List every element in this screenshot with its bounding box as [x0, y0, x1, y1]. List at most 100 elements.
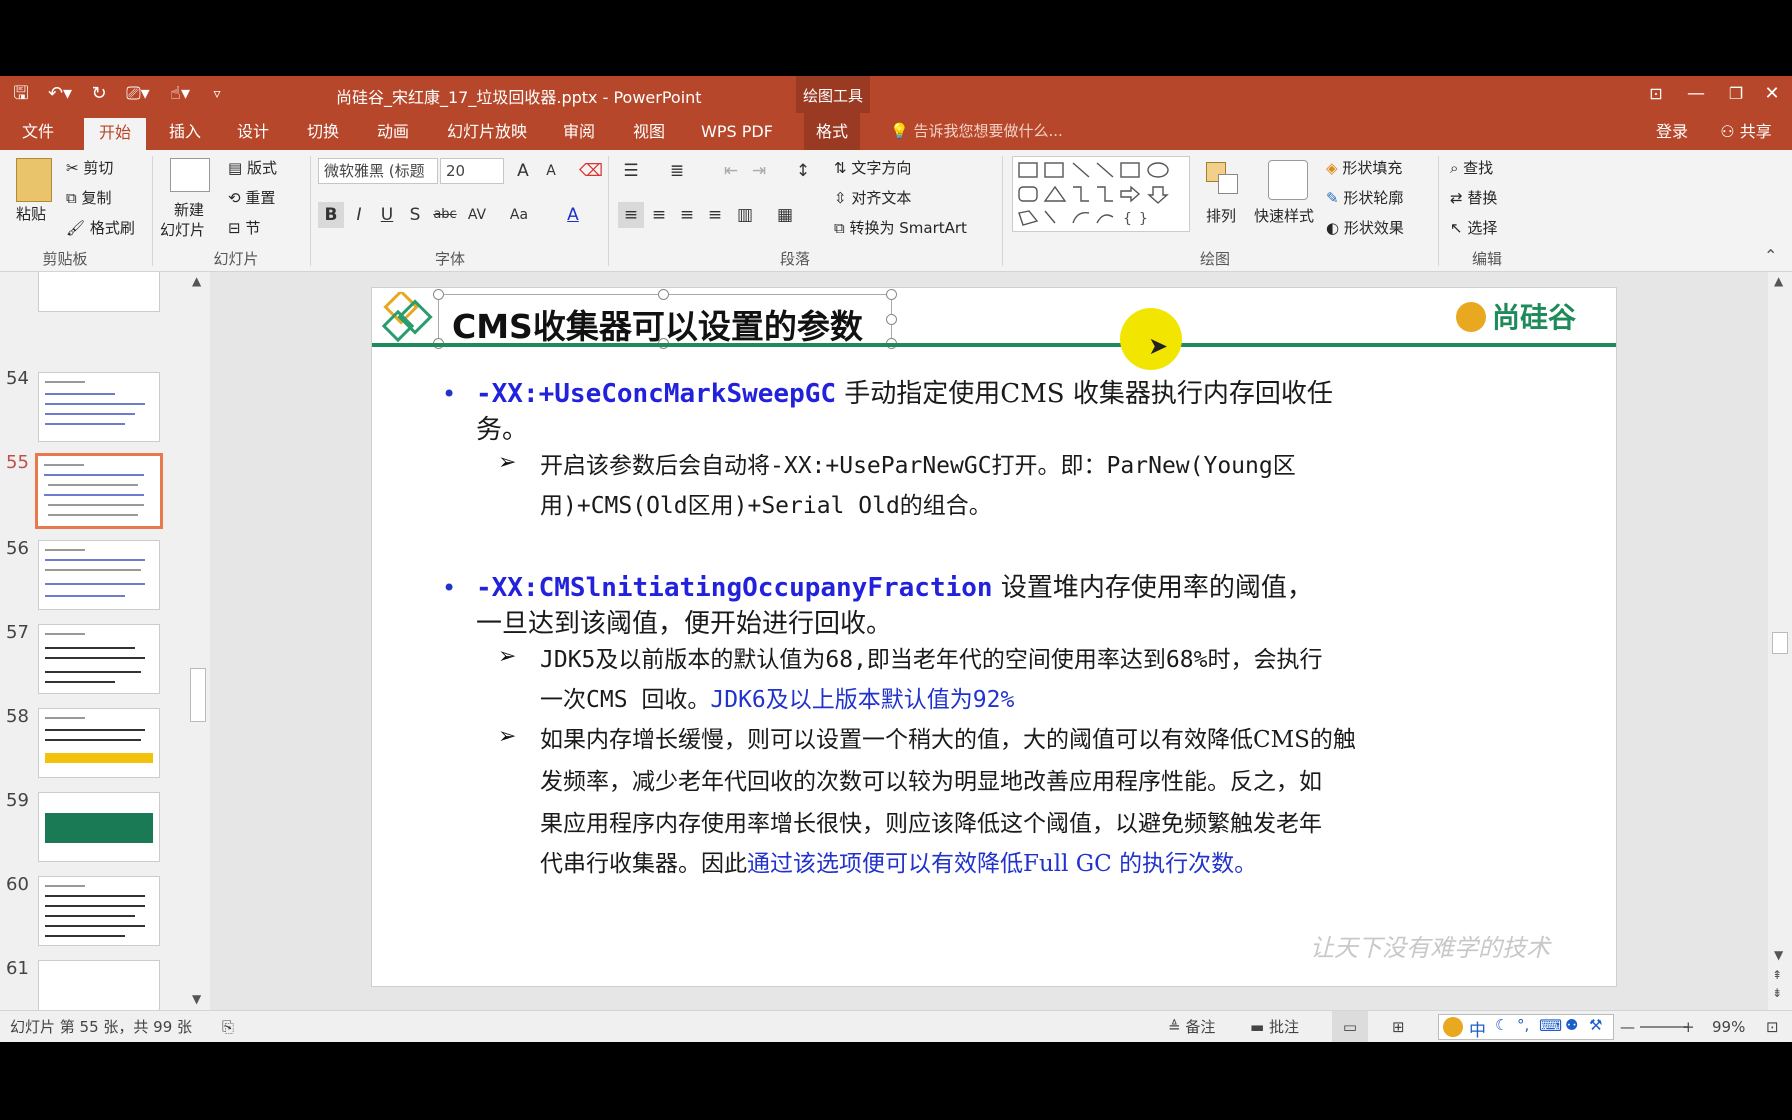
thumbnail-57[interactable] [38, 624, 160, 694]
close-button[interactable]: ✕ [1752, 80, 1792, 108]
thumbnail-58[interactable] [38, 708, 160, 778]
thumbnail-55[interactable] [35, 453, 163, 529]
quick-styles-button[interactable]: 快速样式 [1254, 206, 1314, 226]
tab-view[interactable]: 视图 [624, 113, 674, 150]
thumbnail-scroll-thumb[interactable] [190, 668, 206, 722]
arrange-icon[interactable] [1206, 162, 1238, 196]
user-icon[interactable]: ⚉ [1565, 1016, 1578, 1034]
resize-handle[interactable] [658, 289, 669, 300]
ime-chinese-mode[interactable]: 中 [1469, 1016, 1486, 1041]
shape-effects-button[interactable]: ◐ 形状效果 [1326, 218, 1404, 238]
bold-button[interactable]: B [318, 202, 344, 228]
layout-button[interactable]: ▤ 版式 [228, 158, 277, 178]
comments-button[interactable]: ▬ 批注 [1250, 1011, 1299, 1042]
ime-logo-icon[interactable] [1443, 1017, 1463, 1037]
zoom-slider[interactable] [1640, 1026, 1688, 1028]
paste-icon[interactable] [16, 158, 52, 202]
shadow-button[interactable]: S [402, 202, 428, 228]
tab-transitions[interactable]: 切换 [298, 113, 348, 150]
tab-design[interactable]: 设计 [228, 113, 278, 150]
cut-button[interactable]: ✂ 剪切 [66, 158, 113, 178]
char-spacing-button[interactable]: AV [464, 202, 490, 228]
align-right-icon[interactable]: ≡ [674, 202, 700, 228]
select-button[interactable]: ↖ 选择 [1450, 218, 1497, 238]
presentation-icon[interactable]: ⎚▾ [118, 80, 158, 108]
smartart-button[interactable]: ⧉ 转换为 SmartArt [834, 218, 967, 238]
thumbnail-60[interactable] [38, 876, 160, 946]
wrench-icon[interactable]: ⚒ [1589, 1016, 1602, 1034]
thumbnail-scrollbar[interactable]: ▲ ▼ [188, 272, 208, 1010]
align-left-icon[interactable]: ≡ [618, 202, 644, 228]
tab-format[interactable]: 格式 [804, 113, 860, 150]
numbering-icon[interactable]: ≣ [664, 158, 690, 184]
decrease-indent-icon[interactable]: ⇤ [718, 158, 744, 184]
thumbnail-54[interactable] [38, 372, 160, 442]
moon-icon[interactable]: ☾ [1495, 1016, 1508, 1034]
arrange-button[interactable]: 排列 [1206, 206, 1236, 226]
editor-scroll-thumb[interactable] [1772, 632, 1788, 654]
thumbnail-61[interactable] [38, 960, 160, 1010]
reset-button[interactable]: ⟲ 重置 [228, 188, 275, 208]
shrink-font-icon[interactable]: A [538, 158, 564, 184]
align-text-button[interactable]: ⇳ 对齐文本 [834, 188, 911, 208]
save-icon[interactable]: 🖫 [6, 80, 36, 108]
section-button[interactable]: ⊟ 节 [228, 218, 260, 238]
text-direction-button[interactable]: ⇅ 文字方向 [834, 158, 911, 178]
resize-handle[interactable] [886, 289, 897, 300]
keyboard-icon[interactable]: ⌨ [1539, 1016, 1562, 1035]
minimize-button[interactable]: — [1676, 80, 1716, 108]
tab-insert[interactable]: 插入 [160, 113, 210, 150]
slide-canvas[interactable]: CMS收集器可以设置的参数 尚硅谷 ➤ • -XX:+UseConcMarkSw… [371, 287, 1617, 987]
new-slide-icon[interactable] [170, 158, 210, 192]
shape-fill-button[interactable]: ◈ 形状填充 [1326, 158, 1402, 178]
justify-icon[interactable]: ≡ [702, 202, 728, 228]
tab-slideshow[interactable]: 幻灯片放映 [440, 113, 534, 150]
clear-format-icon[interactable]: ⌫ [578, 158, 604, 184]
align-center-icon[interactable]: ≡ [646, 202, 672, 228]
tab-review[interactable]: 审阅 [554, 113, 604, 150]
customize-qat-icon[interactable]: ▿ [206, 80, 228, 108]
columns-icon[interactable]: ▦ [772, 202, 798, 228]
scroll-down-icon[interactable]: ▼ [1774, 948, 1783, 962]
next-slide-icon[interactable]: ⇟ [1772, 986, 1782, 1000]
editor-scrollbar[interactable]: ▲ ▼ ⇞ ⇟ [1768, 272, 1792, 1010]
zoom-in-icon[interactable]: + [1682, 1011, 1695, 1042]
zoom-out-icon[interactable]: — [1620, 1011, 1635, 1042]
thumbnail-53[interactable] [38, 272, 160, 312]
find-button[interactable]: ⌕ 查找 [1450, 158, 1493, 178]
tab-wps-pdf[interactable]: WPS PDF [694, 113, 780, 150]
thumbnail-59[interactable] [38, 792, 160, 862]
tab-home[interactable]: 开始 [84, 118, 146, 150]
slide-sorter-icon[interactable]: ⊞ [1392, 1011, 1405, 1042]
resize-handle[interactable] [886, 314, 897, 325]
font-name-combo[interactable]: 微软雅黑 (标题 [318, 158, 438, 184]
zoom-level[interactable]: 99% [1712, 1011, 1745, 1042]
touch-mode-icon[interactable]: ☝▾ [160, 80, 200, 108]
notes-button[interactable]: ≜ 备注 [1168, 1011, 1215, 1042]
new-slide-label[interactable]: 新建 [174, 200, 204, 220]
line-spacing-icon[interactable]: ↕ [790, 158, 816, 184]
tab-file[interactable]: 文件 [10, 113, 66, 150]
collapse-ribbon-icon[interactable]: ⌃ [1764, 246, 1777, 265]
previous-slide-icon[interactable]: ⇞ [1772, 968, 1782, 982]
undo-icon[interactable]: ↶▾ [40, 80, 80, 108]
punctuation-icon[interactable]: °, [1517, 1016, 1529, 1034]
normal-view-icon[interactable]: ▭ [1332, 1011, 1368, 1042]
italic-button[interactable]: I [346, 202, 372, 228]
increase-indent-icon[interactable]: ⇥ [746, 158, 772, 184]
new-slide-button[interactable]: 幻灯片 [160, 220, 205, 240]
copy-button[interactable]: ⧉ 复制 [66, 188, 112, 208]
grow-font-icon[interactable]: A [510, 158, 536, 184]
bullets-icon[interactable]: ☰ [618, 158, 644, 184]
tab-animations[interactable]: 动画 [368, 113, 418, 150]
distributed-icon[interactable]: ▥ [732, 202, 758, 228]
tell-me-box[interactable]: 💡 告诉我您想要做什么... [890, 113, 1063, 150]
strikethrough-button[interactable]: abc [432, 202, 458, 228]
ribbon-display-options-icon[interactable]: ⊡ [1636, 80, 1676, 108]
paste-button[interactable]: 粘贴 [16, 204, 46, 224]
scroll-up-icon[interactable]: ▲ [192, 274, 201, 288]
login-link[interactable]: 登录 [1648, 113, 1696, 150]
replace-button[interactable]: ⇄ 替换 [1450, 188, 1497, 208]
format-painter-button[interactable]: 🖌 格式刷 [66, 218, 135, 238]
shape-outline-button[interactable]: ✎ 形状轮廓 [1326, 188, 1403, 208]
